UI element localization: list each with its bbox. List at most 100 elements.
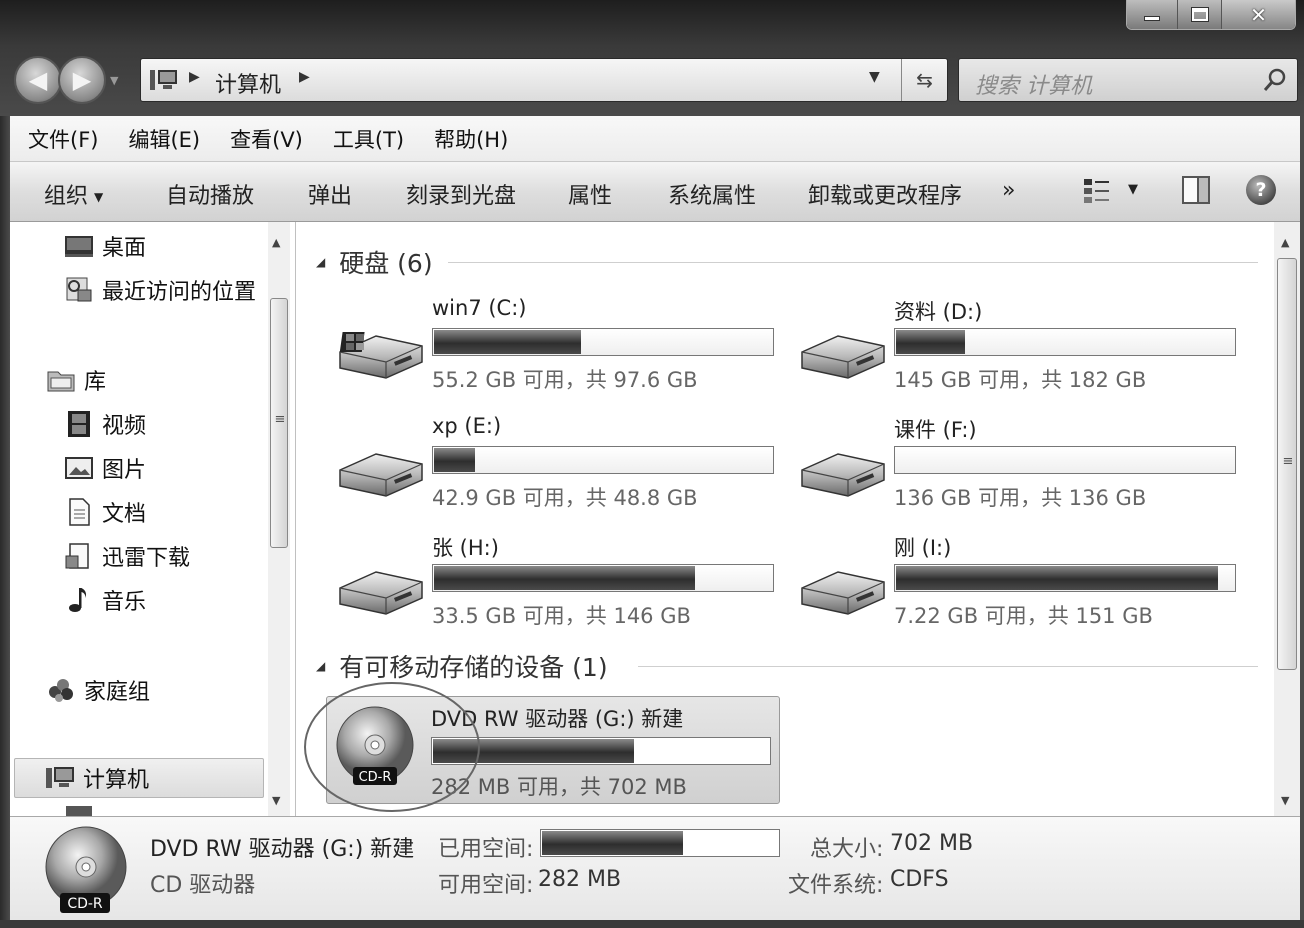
menu-file[interactable]: 文件(F) bbox=[28, 124, 98, 154]
window-frame-bottom bbox=[0, 920, 1304, 928]
menu-tools[interactable]: 工具(T) bbox=[333, 124, 404, 154]
drive-name: win7 (C:) bbox=[432, 296, 527, 320]
details-filesystem-label: 文件系统: bbox=[788, 873, 884, 898]
drive-tile[interactable]: 张 (H:) 33.5 GB 可用，共 146 GB bbox=[326, 532, 774, 642]
address-bar[interactable]: ▶ 计算机 ▶ ▼ ⇆ bbox=[140, 58, 948, 102]
search-icon[interactable] bbox=[1263, 68, 1287, 92]
maximize-button[interactable] bbox=[1177, 0, 1221, 29]
drive-space-info: 42.9 GB 可用，共 48.8 GB bbox=[432, 486, 698, 510]
help-icon[interactable]: ? bbox=[1246, 175, 1276, 205]
group-header-removable[interactable]: ◢ 有可移动存储的设备 (1) bbox=[316, 648, 608, 684]
drive-tile[interactable]: win7 (C:) 55.2 GB 可用，共 97.6 GB bbox=[326, 296, 774, 406]
eject-button[interactable]: 弹出 bbox=[308, 178, 352, 210]
hard-drive-icon bbox=[801, 571, 885, 615]
navigation-scrollbar[interactable]: ▲ ≡ ▼ bbox=[268, 222, 290, 816]
drive-name: 刚 (I:) bbox=[894, 536, 952, 560]
drive-space-info: 33.5 GB 可用，共 146 GB bbox=[432, 604, 691, 628]
search-box[interactable]: 搜索 计算机 bbox=[958, 58, 1298, 102]
drive-space-info: 7.22 GB 可用，共 151 GB bbox=[894, 604, 1153, 628]
menu-view[interactable]: 查看(V) bbox=[230, 124, 303, 154]
breadcrumb-separator[interactable]: ▶ bbox=[299, 69, 310, 85]
drive-tile[interactable]: 资料 (D:) 145 GB 可用，共 182 GB bbox=[788, 296, 1236, 406]
collapse-triangle-icon[interactable]: ◢ bbox=[316, 255, 325, 269]
details-drive-type: CD 驱动器 bbox=[150, 873, 256, 898]
nav-item-label: 计算机 bbox=[83, 768, 150, 793]
nav-item-desktop[interactable]: 桌面 bbox=[64, 230, 146, 262]
nav-item-computer[interactable]: 计算机 bbox=[14, 758, 264, 798]
details-drive-name: DVD RW 驱动器 (G:) 新建 bbox=[150, 837, 415, 862]
scroll-down-arrow-icon[interactable]: ▼ bbox=[272, 794, 280, 807]
scroll-up-arrow-icon[interactable]: ▲ bbox=[272, 236, 280, 249]
drive-name: 课件 (F:) bbox=[894, 418, 977, 442]
details-usage-bar bbox=[540, 829, 780, 857]
scrollbar-thumb[interactable]: ≡ bbox=[1277, 258, 1297, 670]
window-frame-right bbox=[1300, 116, 1304, 928]
maximize-icon bbox=[1190, 7, 1209, 22]
organize-label: 组织 bbox=[44, 184, 89, 209]
content-scrollbar[interactable]: ▲ ≡ ▼ bbox=[1274, 222, 1300, 816]
nav-item-libraries[interactable]: 库 bbox=[46, 364, 106, 396]
close-button[interactable]: ✕ bbox=[1221, 0, 1295, 29]
preview-pane-icon[interactable] bbox=[1182, 176, 1210, 204]
nav-item-documents[interactable]: 文档 bbox=[64, 496, 146, 528]
nav-item-music[interactable]: 音乐 bbox=[64, 584, 146, 616]
nav-item-recent-places[interactable]: 最近访问的位置 bbox=[64, 274, 256, 306]
refresh-button[interactable]: ⇆ bbox=[901, 59, 947, 101]
document-icon bbox=[69, 498, 90, 526]
cd-r-badge-text: CD-R bbox=[67, 896, 103, 912]
scrollbar-thumb[interactable]: ≡ bbox=[270, 298, 288, 548]
burn-to-disc-button[interactable]: 刻录到光盘 bbox=[406, 178, 516, 210]
menu-edit[interactable]: 编辑(E) bbox=[128, 124, 200, 154]
forward-button[interactable]: ▶ bbox=[58, 56, 106, 104]
properties-button[interactable]: 属性 bbox=[568, 178, 612, 210]
hard-drive-icon bbox=[339, 571, 423, 615]
close-icon: ✕ bbox=[1250, 2, 1267, 27]
nav-item-xunlei-downloads[interactable]: 迅雷下载 bbox=[64, 540, 190, 572]
change-view-icon[interactable] bbox=[1082, 176, 1112, 206]
drive-tile[interactable]: 课件 (F:) 136 GB 可用，共 136 GB bbox=[788, 414, 1236, 524]
autoplay-button[interactable]: 自动播放 bbox=[166, 178, 254, 210]
title-bar: ✕ ◀ ▶ ▼ ▶ 计算机 ▶ ▼ ⇆ 搜索 计算机 bbox=[0, 0, 1304, 116]
breadcrumb-computer[interactable]: 计算机 bbox=[215, 67, 281, 99]
scroll-down-arrow-icon[interactable]: ▼ bbox=[1281, 794, 1289, 807]
recent-pages-dropdown[interactable]: ▼ bbox=[110, 74, 118, 87]
drive-tile[interactable]: xp (E:) 42.9 GB 可用，共 48.8 GB bbox=[326, 414, 774, 524]
more-commands-button[interactable]: » bbox=[1002, 178, 1015, 203]
cd-r-disc-icon: CD-R bbox=[45, 826, 127, 913]
breadcrumb-separator[interactable]: ▶ bbox=[189, 69, 200, 85]
drive-name: DVD RW 驱动器 (G:) 新建 bbox=[431, 707, 684, 731]
refresh-icon: ⇆ bbox=[916, 68, 933, 92]
nav-item-label: 家庭组 bbox=[84, 680, 151, 705]
system-properties-button[interactable]: 系统属性 bbox=[668, 178, 756, 210]
computer-icon bbox=[46, 767, 74, 788]
drive-tile[interactable]: 刚 (I:) 7.22 GB 可用，共 151 GB bbox=[788, 532, 1236, 642]
view-options-dropdown[interactable]: ▼ bbox=[1128, 182, 1138, 197]
collapse-triangle-icon[interactable]: ◢ bbox=[316, 659, 325, 673]
drive-tile-dvd-g[interactable]: CD-R DVD RW 驱动器 (G:) 新建 282 MB 可用，共 702 … bbox=[326, 696, 780, 804]
menu-bar: 文件(F) 编辑(E) 查看(V) 工具(T) 帮助(H) bbox=[10, 116, 1300, 162]
group-header-hard-disks[interactable]: ◢ 硬盘 (6) bbox=[316, 244, 433, 280]
drive-space-info: 136 GB 可用，共 136 GB bbox=[894, 486, 1147, 510]
drive-usage-fill bbox=[434, 448, 475, 472]
nav-item-pictures[interactable]: 图片 bbox=[64, 452, 146, 484]
uninstall-program-button[interactable]: 卸载或更改程序 bbox=[808, 178, 962, 210]
nav-item-videos[interactable]: 视频 bbox=[64, 408, 146, 440]
back-button[interactable]: ◀ bbox=[14, 56, 62, 104]
menu-help[interactable]: 帮助(H) bbox=[434, 124, 508, 154]
drive-name: 张 (H:) bbox=[432, 536, 499, 560]
nav-item-label: 视频 bbox=[102, 414, 147, 439]
minimize-button[interactable] bbox=[1127, 0, 1177, 29]
organize-button[interactable]: 组织 ▼ bbox=[44, 178, 103, 210]
details-free-value: 282 MB bbox=[538, 867, 622, 892]
scroll-up-arrow-icon[interactable]: ▲ bbox=[1281, 236, 1289, 249]
details-used-label: 已用空间: bbox=[438, 837, 534, 862]
address-history-dropdown[interactable]: ▼ bbox=[869, 69, 880, 85]
details-usage-fill bbox=[542, 831, 684, 855]
details-total-label: 总大小: bbox=[810, 837, 884, 862]
nav-item-label: 库 bbox=[84, 370, 107, 395]
nav-item-homegroup[interactable]: 家庭组 bbox=[46, 674, 150, 706]
minimize-icon bbox=[1144, 16, 1160, 21]
cd-r-disc-icon: CD-R bbox=[336, 706, 414, 785]
nav-item-partial[interactable] bbox=[64, 806, 102, 816]
music-note-icon bbox=[69, 588, 86, 612]
